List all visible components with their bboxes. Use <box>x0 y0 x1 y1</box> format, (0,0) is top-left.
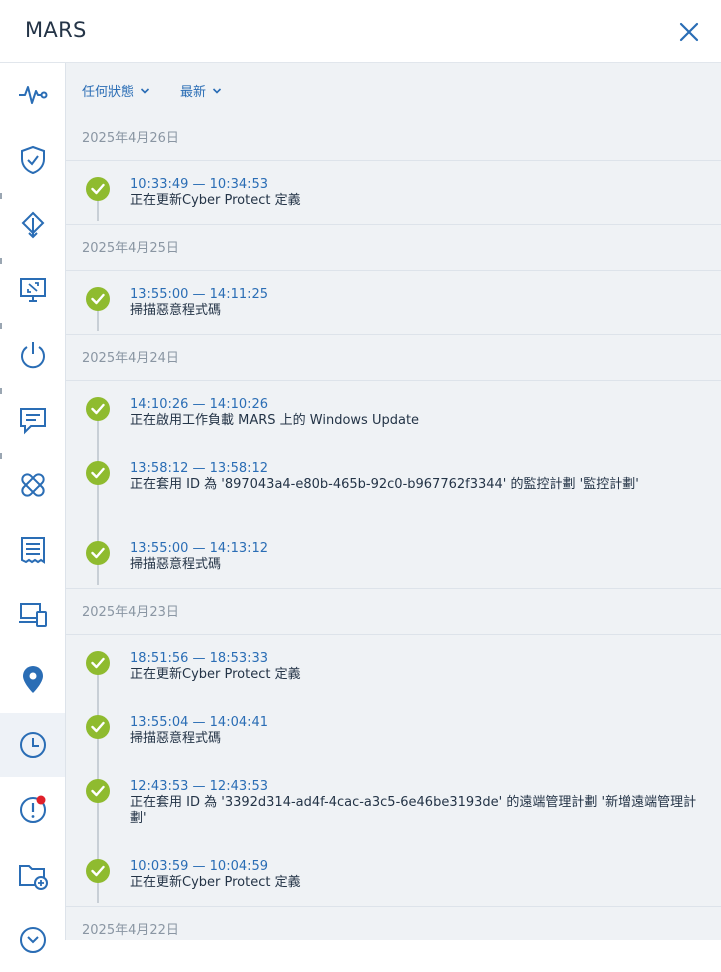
entry-list: 14:10:26 — 14:10:26 正在啟用工作負載 MARS 上的 Wind… <box>66 381 721 589</box>
success-check-icon <box>86 461 110 485</box>
entry-description: 掃描惡意程式碼 <box>130 557 222 572</box>
sidebar-item-activity-pulse[interactable] <box>0 63 65 127</box>
chevron-down-icon <box>140 87 150 94</box>
entry-description: 正在啟用工作負載 MARS 上的 Windows Update <box>130 413 420 428</box>
entry-description: 正在套用 ID 為 '897043a4-e80b-465b-92c0-b9677… <box>130 477 639 492</box>
folder-add-icon <box>18 865 48 890</box>
sidebar-item-folder-add[interactable] <box>0 843 65 907</box>
entry-time-link[interactable]: 10:03:59 — 10:04:59 <box>130 859 268 874</box>
network-share-icon <box>21 211 44 239</box>
success-check-icon <box>86 287 110 311</box>
date-header: 2025年4月26日 <box>66 115 721 161</box>
date-group: 2025年4月22日 <box>66 907 721 940</box>
shield-check-icon <box>20 145 45 175</box>
patch-icon <box>20 473 45 497</box>
success-check-icon <box>86 859 110 883</box>
entry-time-link[interactable]: 14:10:26 — 14:10:26 <box>130 397 268 412</box>
entry-description: 掃描惡意程式碼 <box>130 303 222 318</box>
activity-entry: 18:51:56 — 18:53:33 正在更新Cyber Protect 定義 <box>66 635 721 699</box>
chat-icon <box>19 408 46 435</box>
success-check-icon <box>86 715 110 739</box>
activity-entry: 12:43:53 — 12:43:53 正在套用 ID 為 '3392d314-a… <box>66 763 721 843</box>
date-group: 2025年4月25日 13:55:00 — 14:11:25 掃描惡意程式碼 <box>66 225 721 335</box>
sort-filter[interactable]: 最新 <box>180 81 222 100</box>
success-check-icon <box>86 397 110 421</box>
entry-time-link[interactable]: 18:51:56 — 18:53:33 <box>130 651 268 666</box>
date-group: 2025年4月24日 14:10:26 — 14:10:26 正在啟用工作負載 MA… <box>66 335 721 589</box>
sidebar-item-power[interactable] <box>0 323 65 387</box>
entry-time-link[interactable]: 13:55:04 — 14:04:41 <box>130 715 268 730</box>
activity-entry: 14:10:26 — 14:10:26 正在啟用工作負載 MARS 上的 Wind… <box>66 381 721 445</box>
entry-description: 正在套用 ID 為 '3392d314-ad4f-4cac-a3c5-6e46b… <box>130 795 697 826</box>
entry-description: 正在更新Cyber Protect 定義 <box>130 875 301 890</box>
devices-icon <box>18 603 47 627</box>
close-icon[interactable] <box>675 18 703 46</box>
date-header: 2025年4月25日 <box>66 225 721 271</box>
sidebar-item-chat[interactable] <box>0 388 65 452</box>
sidebar-item-network-share[interactable] <box>0 193 65 257</box>
entry-list: 10:33:49 — 10:34:53 正在更新Cyber Protect 定義 <box>66 161 721 225</box>
activity-panel: 任何狀態 最新 2025年4月26日 10:33:49 — 10:34:53 正在更… <box>66 63 721 940</box>
chevron-down-icon <box>212 87 222 94</box>
entry-time-link[interactable]: 10:33:49 — 10:34:53 <box>130 177 268 192</box>
page-title: MARS <box>25 18 87 42</box>
filter-bar: 任何狀態 最新 <box>82 81 222 100</box>
entry-list: 13:55:00 — 14:11:25 掃描惡意程式碼 <box>66 271 721 335</box>
sidebar-item-shield-check[interactable] <box>0 128 65 192</box>
edge-marker <box>0 453 2 459</box>
activity-entry: 10:33:49 — 10:34:53 正在更新Cyber Protect 定義 <box>66 161 721 225</box>
inventory-list-icon <box>20 537 45 564</box>
power-icon <box>20 342 45 369</box>
date-header: 2025年4月24日 <box>66 335 721 381</box>
edge-marker <box>0 258 2 264</box>
remote-desktop-icon <box>19 278 46 302</box>
activity-pulse-icon <box>18 86 47 104</box>
location-pin-icon <box>22 666 43 693</box>
date-group: 2025年4月23日 18:51:56 — 18:53:33 正在更新Cyber P… <box>66 589 721 907</box>
edge-marker <box>0 193 2 199</box>
date-header: 2025年4月22日 <box>66 907 721 940</box>
sidebar-item-history-clock[interactable] <box>0 713 65 777</box>
date-header: 2025年4月23日 <box>66 589 721 635</box>
sidebar-item-devices[interactable] <box>0 583 65 647</box>
more-circle-icon <box>19 927 46 953</box>
status-filter[interactable]: 任何狀態 <box>82 81 150 100</box>
sidebar-item-location-pin[interactable] <box>0 648 65 712</box>
entry-time-link[interactable]: 13:55:00 — 14:11:25 <box>130 287 268 302</box>
entry-list: 18:51:56 — 18:53:33 正在更新Cyber Protect 定義 1… <box>66 635 721 907</box>
activity-entry: 13:55:00 — 14:11:25 掃描惡意程式碼 <box>66 271 721 335</box>
success-check-icon <box>86 177 110 201</box>
sidebar-item-inventory-list[interactable] <box>0 518 65 582</box>
success-check-icon <box>86 779 110 803</box>
date-group: 2025年4月26日 10:33:49 — 10:34:53 正在更新Cyber P… <box>66 115 721 225</box>
history-clock-icon <box>19 732 46 758</box>
sidebar-item-alert[interactable] <box>0 778 65 842</box>
success-check-icon <box>86 651 110 675</box>
entry-time-link[interactable]: 12:43:53 — 12:43:53 <box>130 779 268 794</box>
entry-description: 掃描惡意程式碼 <box>130 731 222 746</box>
sidebar-item-remote-desktop[interactable] <box>0 258 65 322</box>
entry-description: 正在更新Cyber Protect 定義 <box>130 193 301 208</box>
entry-description: 正在更新Cyber Protect 定義 <box>130 667 301 682</box>
success-check-icon <box>86 541 110 565</box>
status-filter-label: 任何狀態 <box>82 85 135 100</box>
entry-time-link[interactable]: 13:58:12 — 13:58:12 <box>130 461 268 476</box>
sidebar <box>0 63 66 953</box>
activity-entry: 10:03:59 — 10:04:59 正在更新Cyber Protect 定義 <box>66 843 721 907</box>
entry-time-link[interactable]: 13:55:00 — 14:13:12 <box>130 541 268 556</box>
edge-marker <box>0 388 2 394</box>
header: MARS <box>0 0 721 63</box>
edge-marker <box>0 323 2 329</box>
sidebar-item-patch[interactable] <box>0 453 65 517</box>
alert-icon <box>19 795 46 823</box>
activity-entry: 13:55:04 — 14:04:41 掃描惡意程式碼 <box>66 699 721 763</box>
activity-entry: 13:55:00 — 14:13:12 掃描惡意程式碼 <box>66 525 721 589</box>
sidebar-item-more-circle[interactable] <box>0 908 65 972</box>
activity-entry: 13:58:12 — 13:58:12 正在套用 ID 為 '897043a4-e… <box>66 445 721 525</box>
sort-filter-label: 最新 <box>180 85 207 100</box>
